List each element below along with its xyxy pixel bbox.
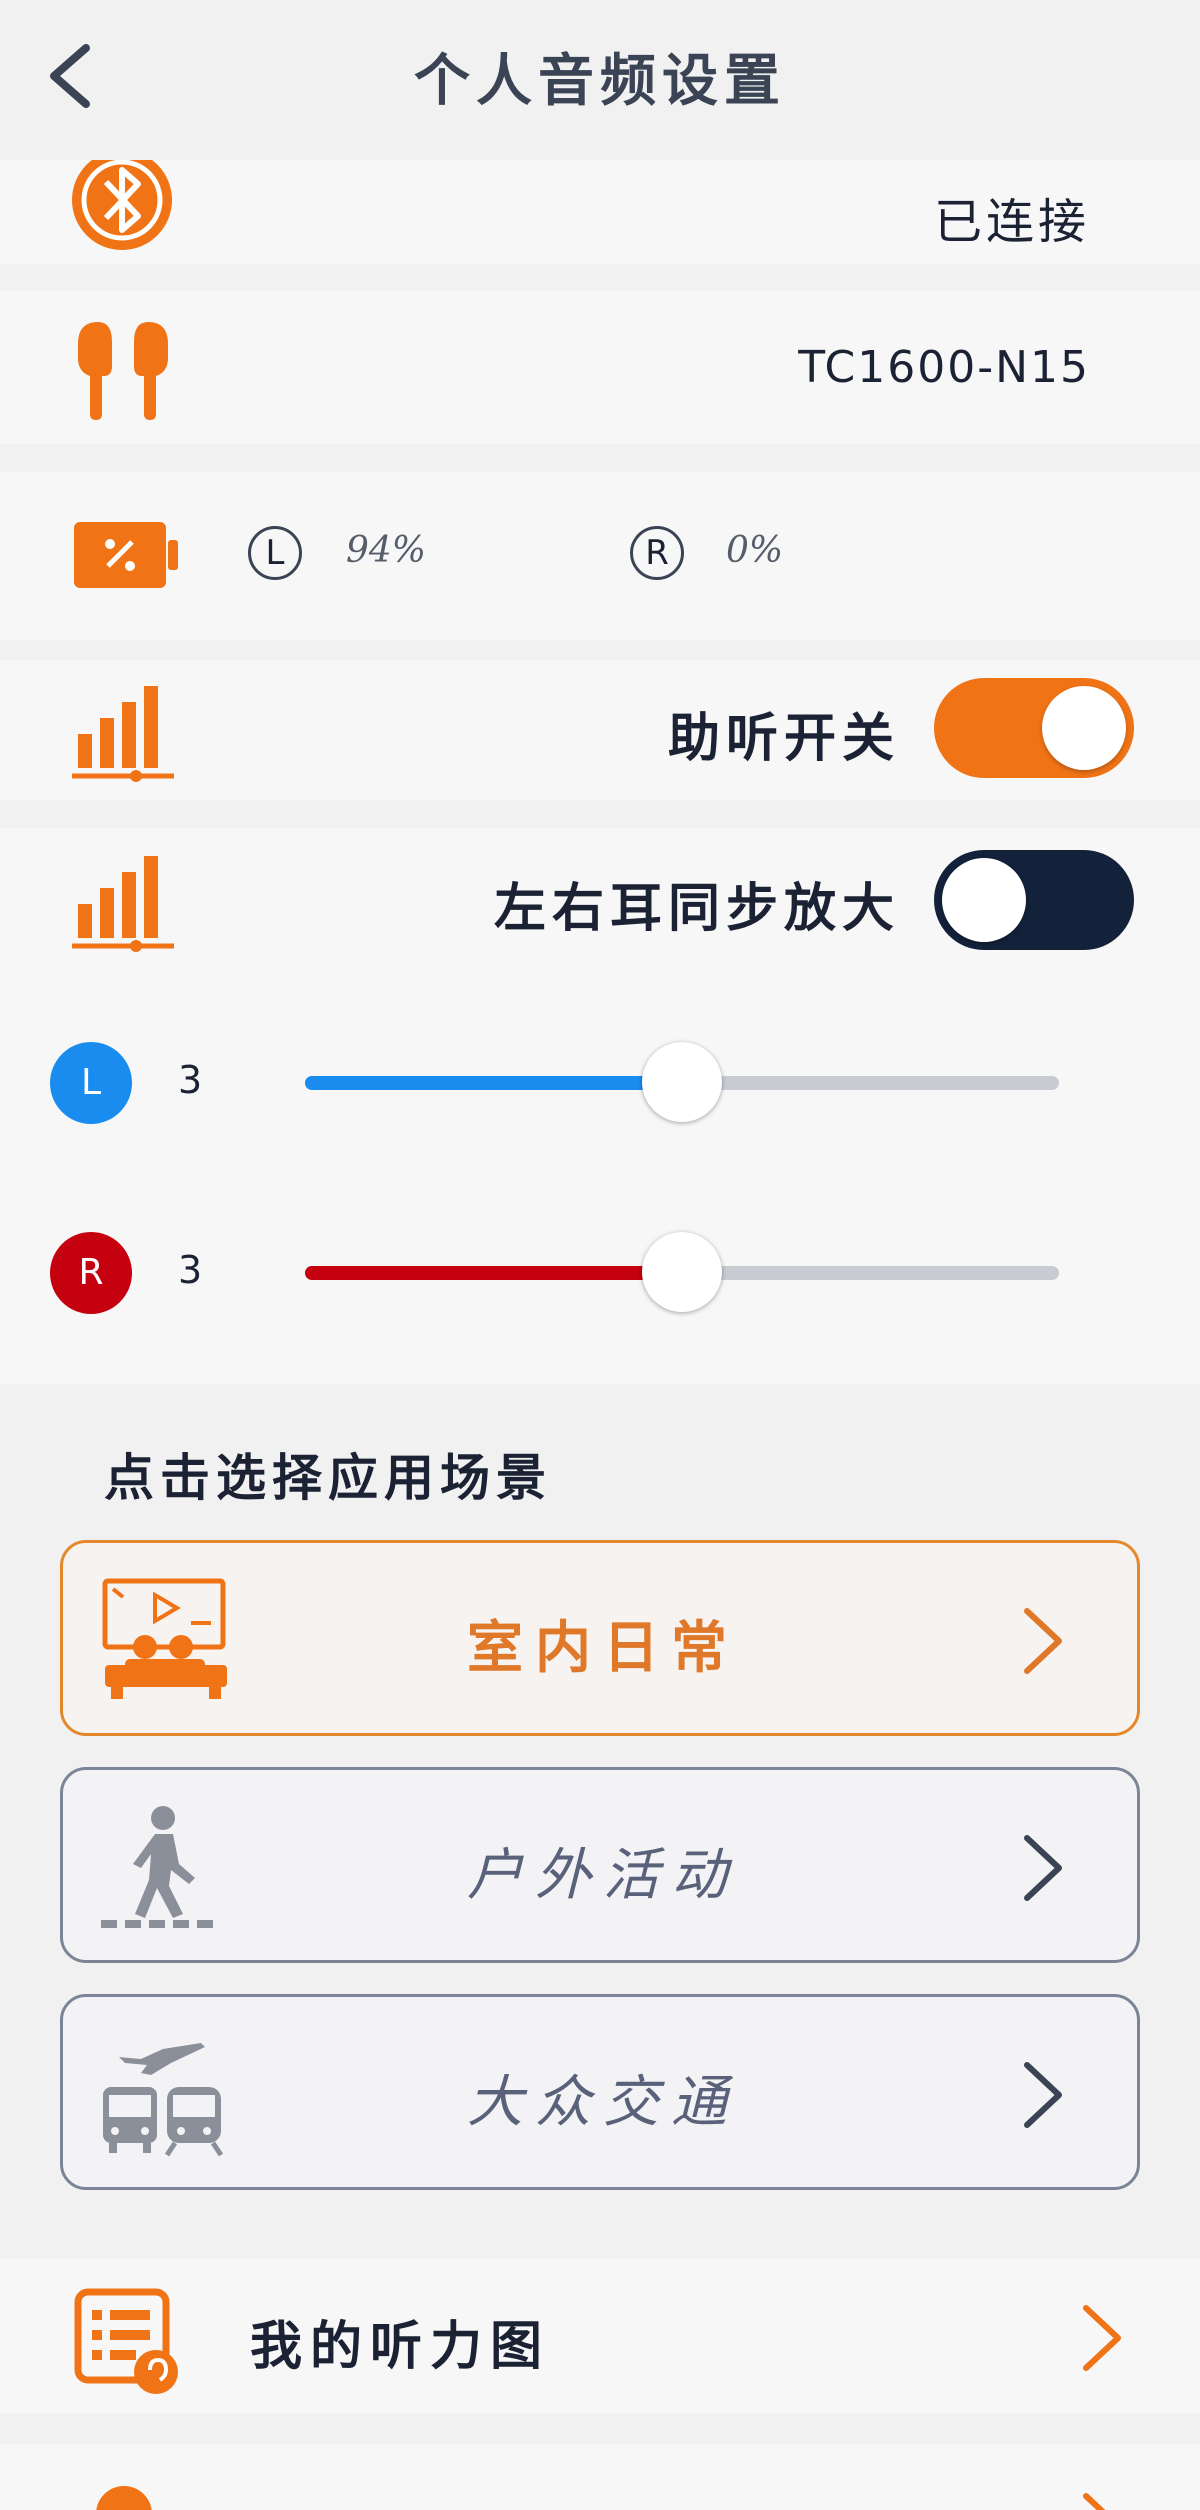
slider-thumb[interactable] xyxy=(642,1232,722,1312)
next-setting-row[interactable] xyxy=(0,2444,1200,2510)
signal-bars-icon xyxy=(72,686,174,782)
scene-label: 室内日常 xyxy=(467,1615,739,1681)
connection-row: 已连接 xyxy=(0,150,1200,264)
scene-label: 户外活动 xyxy=(467,1843,739,1908)
left-volume-slider[interactable] xyxy=(305,1042,1059,1122)
left-channel-badge: L xyxy=(50,1042,132,1124)
bluetooth-icon xyxy=(72,150,172,250)
hearing-aid-row: 助听开关 xyxy=(0,660,1200,800)
connection-status: 已连接 xyxy=(933,194,1090,250)
slider-thumb[interactable] xyxy=(642,1042,722,1122)
scene-heading: 点击选择应用场景 xyxy=(104,1448,552,1507)
left-earbud-badge: L xyxy=(248,526,302,580)
left-volume-value: 3 xyxy=(178,1058,203,1102)
earbuds-icon xyxy=(78,322,168,420)
device-row: TC1600-N15 xyxy=(0,290,1200,444)
page-title: 个人音频设置 xyxy=(414,48,786,114)
device-model: TC1600-N15 xyxy=(798,342,1090,393)
signal-bars-icon xyxy=(72,856,174,952)
hearing-aid-label: 助听开关 xyxy=(667,708,900,769)
personal-audio-settings-screen: 个人音频设置 已连接 TC1600-N15 L 94% R 0% 助听开关 左右… xyxy=(0,0,1200,2510)
scene-label: 大众交通 xyxy=(467,2070,739,2135)
chevron-right-icon xyxy=(1024,1608,1062,1674)
toggle-knob xyxy=(1042,686,1126,770)
battery-icon xyxy=(74,522,178,588)
scene-card-outdoor[interactable]: 户外活动 xyxy=(60,1767,1140,1963)
header-bar: 个人音频设置 xyxy=(0,0,1200,160)
hearing-map-row[interactable]: 我的听力图 xyxy=(0,2258,1200,2414)
sync-amplify-toggle[interactable] xyxy=(934,850,1134,950)
right-battery-value: 0% xyxy=(726,530,784,571)
sync-amplify-section: 左右耳同步放大 L 3 R 3 xyxy=(0,828,1200,1384)
hearing-chart-icon xyxy=(74,2288,178,2394)
hearing-aid-toggle[interactable] xyxy=(934,678,1134,778)
toggle-knob xyxy=(942,858,1026,942)
scene-card-transit[interactable]: 大众交通 xyxy=(60,1994,1140,2190)
slider-fill xyxy=(305,1076,682,1090)
right-earbud-badge: R xyxy=(630,526,684,580)
row-icon-partial xyxy=(96,2486,152,2510)
chevron-right-icon xyxy=(1083,2305,1121,2371)
chevron-right-icon xyxy=(1024,1835,1062,1901)
chevron-right-icon xyxy=(1083,2493,1106,2510)
sync-amplify-label: 左右耳同步放大 xyxy=(493,878,900,939)
scene-card-indoor[interactable]: 室内日常 xyxy=(60,1540,1140,1736)
hearing-map-label: 我的听力图 xyxy=(250,2316,551,2377)
right-channel-badge: R xyxy=(50,1232,132,1314)
right-volume-value: 3 xyxy=(178,1248,203,1292)
left-battery-value: 94% xyxy=(346,530,427,571)
slider-fill xyxy=(305,1266,682,1280)
battery-row: L 94% R 0% xyxy=(0,472,1200,640)
chevron-right-icon xyxy=(1024,2062,1062,2128)
right-volume-slider[interactable] xyxy=(305,1232,1059,1312)
